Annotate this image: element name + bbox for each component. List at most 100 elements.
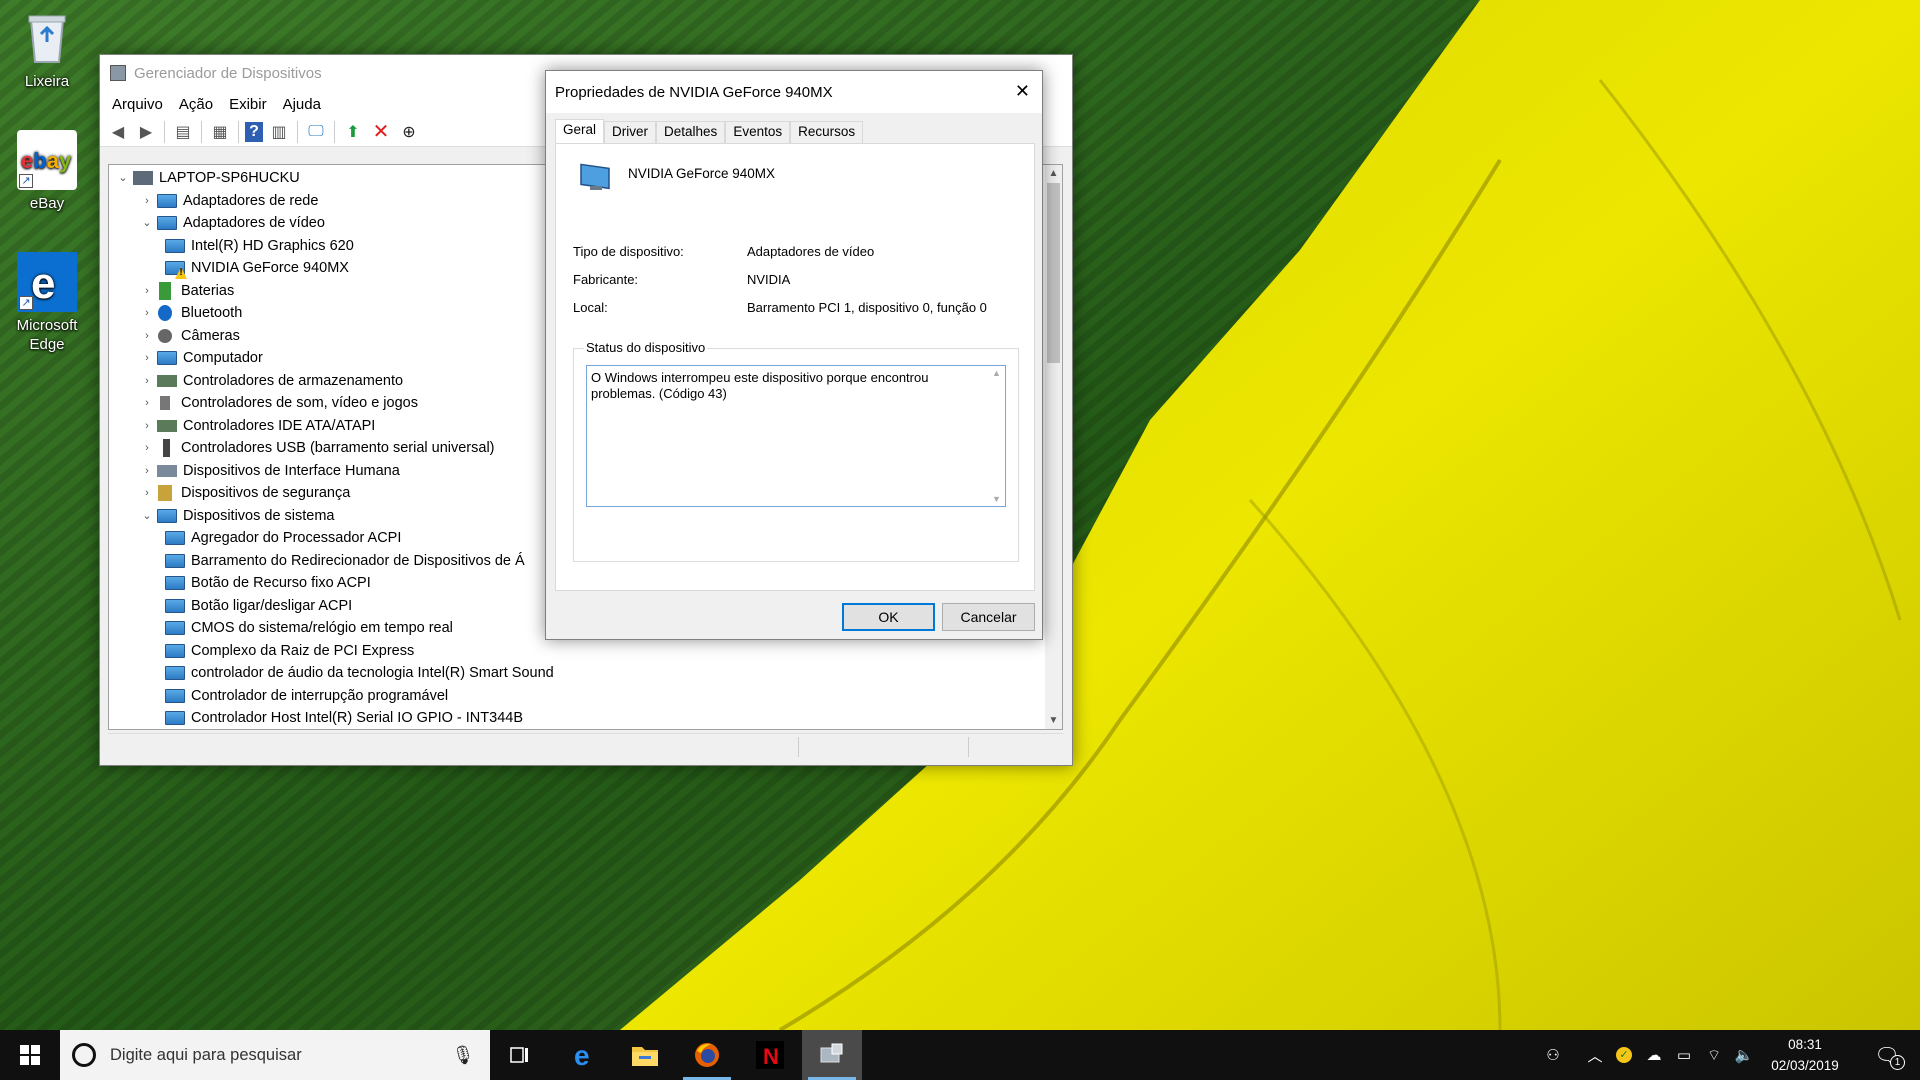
- onedrive-icon[interactable]: ☁: [1640, 1030, 1668, 1080]
- tree-category[interactable]: › Baterias: [139, 280, 234, 302]
- uninstall-icon[interactable]: ✕: [369, 120, 393, 144]
- menu-exibir[interactable]: Exibir: [221, 96, 275, 113]
- menu-acao[interactable]: Ação: [171, 96, 221, 113]
- tree-device[interactable]: Agregador do Processador ACPI: [163, 527, 401, 549]
- battery-icon[interactable]: ▭: [1670, 1030, 1698, 1080]
- tree-device[interactable]: controlador de áudio da tecnologia Intel…: [163, 662, 554, 684]
- tree-item-label: Controladores de armazenamento: [183, 372, 404, 389]
- taskbar-firefox[interactable]: [677, 1030, 737, 1080]
- tree-category[interactable]: › Câmeras: [139, 325, 240, 347]
- tab-detalhes[interactable]: Detalhes: [656, 121, 726, 143]
- tree-category[interactable]: › Controladores de armazenamento: [139, 370, 403, 392]
- tree-device[interactable]: CMOS do sistema/relógio em tempo real: [163, 617, 453, 639]
- forward-icon[interactable]: ▶: [134, 120, 158, 144]
- scroll-down-icon[interactable]: ▼: [1045, 712, 1062, 729]
- taskbar-search[interactable]: Digite aqui para pesquisar 🎙: [60, 1030, 490, 1080]
- toolbar-separator: [201, 120, 202, 143]
- desktop-icon-label: eBay: [29, 195, 65, 212]
- chevron-right-icon[interactable]: ›: [139, 302, 155, 324]
- tab-geral[interactable]: Geral: [555, 119, 605, 144]
- cancel-button[interactable]: Cancelar: [942, 603, 1035, 631]
- people-icon[interactable]: ⚇: [1535, 1030, 1571, 1080]
- menu-ajuda[interactable]: Ajuda: [275, 96, 329, 113]
- tree-category[interactable]: ⌄ Dispositivos de sistema: [139, 505, 334, 527]
- tab-eventos[interactable]: Eventos: [725, 121, 791, 143]
- tree-device[interactable]: Botão de Recurso fixo ACPI: [163, 572, 371, 594]
- chevron-right-icon[interactable]: ›: [139, 415, 155, 437]
- tab-recursos[interactable]: Recursos: [790, 121, 864, 143]
- tree-device[interactable]: Barramento do Redirecionador de Disposit…: [163, 550, 525, 572]
- chevron-right-icon[interactable]: ›: [139, 482, 155, 504]
- tree-category[interactable]: › Controladores USB (barramento serial un…: [139, 437, 495, 459]
- chevron-right-icon[interactable]: ›: [139, 370, 155, 392]
- ok-button[interactable]: OK: [842, 603, 935, 631]
- tree-category[interactable]: › Adaptadores de rede: [139, 190, 318, 212]
- tree-category[interactable]: › Dispositivos de Interface Humana: [139, 460, 400, 482]
- view-icon[interactable]: ▤: [171, 120, 195, 144]
- wifi-icon[interactable]: ⌔: [1700, 1030, 1728, 1080]
- chevron-right-icon[interactable]: ›: [139, 392, 155, 414]
- tree-item-label: Barramento do Redirecionador de Disposit…: [191, 552, 525, 569]
- chevron-right-icon[interactable]: ›: [139, 325, 155, 347]
- chevron-right-icon[interactable]: ›: [139, 347, 155, 369]
- tree-root[interactable]: ⌄ LAPTOP-SP6HUCKU: [115, 167, 300, 189]
- download-icon[interactable]: ⊕: [397, 120, 421, 144]
- tree-category[interactable]: ⌄ Adaptadores de vídeo: [139, 212, 325, 234]
- tree-scrollbar[interactable]: ▲ ▼: [1045, 165, 1062, 729]
- desktop-icon-edge[interactable]: e ↗ Microsoft Edge: [8, 252, 86, 354]
- chevron-right-icon[interactable]: ›: [139, 190, 155, 212]
- properties-icon[interactable]: ▦: [208, 120, 232, 144]
- chevron-down-icon[interactable]: ⌄: [115, 167, 131, 189]
- tree-device[interactable]: Intel(R) HD Graphics 620: [163, 235, 354, 257]
- taskbar-netflix[interactable]: N: [740, 1030, 800, 1080]
- action-center-button[interactable]: 🗨 1: [1862, 1030, 1912, 1080]
- chevron-down-icon[interactable]: ⌄: [139, 505, 155, 527]
- scroll-up-icon[interactable]: ▲: [988, 368, 1005, 378]
- chevron-right-icon[interactable]: ›: [139, 280, 155, 302]
- chevron-down-icon[interactable]: ⌄: [139, 212, 155, 234]
- tab-driver[interactable]: Driver: [604, 121, 657, 143]
- tree-category[interactable]: › Controladores de som, vídeo e jogos: [139, 392, 418, 414]
- tree-root-label: LAPTOP-SP6HUCKU: [159, 170, 300, 186]
- tree-category[interactable]: › Dispositivos de segurança: [139, 482, 350, 504]
- menu-arquivo[interactable]: Arquivo: [104, 96, 171, 113]
- chevron-up-icon[interactable]: ︿: [1582, 1030, 1608, 1080]
- taskbar-clock[interactable]: 08:31 02/03/2019: [1750, 1034, 1860, 1076]
- tree-device[interactable]: Botão ligar/desligar ACPI: [163, 595, 352, 617]
- tree-item-label: Bluetooth: [181, 305, 243, 321]
- chevron-right-icon[interactable]: ›: [139, 460, 155, 482]
- start-button[interactable]: [0, 1030, 60, 1080]
- tree-category[interactable]: › Bluetooth: [139, 302, 242, 324]
- tree-device[interactable]: NVIDIA GeForce 940MX: [163, 257, 349, 279]
- microphone-icon[interactable]: 🎙: [448, 1045, 478, 1066]
- tree-device[interactable]: Complexo da Raiz de PCI Express: [163, 640, 414, 662]
- monitor-icon: [165, 621, 185, 635]
- tree-item-label: Agregador do Processador ACPI: [191, 530, 402, 546]
- dialog-titlebar[interactable]: Propriedades de NVIDIA GeForce 940MX: [546, 71, 1042, 113]
- scroll-down-icon[interactable]: ▼: [988, 494, 1005, 504]
- field-label-tipo: Tipo de dispositivo:: [573, 244, 684, 259]
- chevron-right-icon[interactable]: ›: [139, 437, 155, 459]
- tree-device[interactable]: Controlador de interrupção programável: [163, 685, 448, 707]
- scrollbar-thumb[interactable]: [1047, 183, 1060, 363]
- update-driver-icon[interactable]: ▥: [267, 120, 291, 144]
- scan-monitor-icon[interactable]: 🖵: [304, 120, 328, 144]
- task-view-button[interactable]: [490, 1030, 550, 1080]
- desktop-icon-ebay[interactable]: ebay ↗ eBay: [8, 130, 86, 213]
- taskbar-device-manager[interactable]: [802, 1030, 862, 1080]
- add-driver-icon[interactable]: ⬆: [341, 120, 365, 144]
- tree-category[interactable]: › Controladores IDE ATA/ATAPI: [139, 415, 375, 437]
- taskbar-file-explorer[interactable]: [615, 1030, 675, 1080]
- norton-icon[interactable]: ✓: [1610, 1030, 1638, 1080]
- taskbar-edge[interactable]: e: [555, 1030, 615, 1080]
- dialog-title: Propriedades de NVIDIA GeForce 940MX: [555, 83, 833, 101]
- back-icon[interactable]: ◀: [106, 120, 130, 144]
- scroll-up-icon[interactable]: ▲: [1045, 165, 1062, 182]
- close-icon[interactable]: ✕: [1015, 81, 1030, 102]
- desktop-icon-recycle-bin[interactable]: Lixeira: [8, 8, 86, 91]
- status-scrollbar[interactable]: ▲ ▼: [988, 366, 1005, 506]
- tree-device[interactable]: Controlador Host Intel(R) Serial IO GPIO…: [163, 707, 523, 729]
- tree-category[interactable]: › Computador: [139, 347, 263, 369]
- help-icon[interactable]: ?: [245, 121, 263, 142]
- device-status-textbox[interactable]: O Windows interrompeu este dispositivo p…: [586, 365, 1006, 507]
